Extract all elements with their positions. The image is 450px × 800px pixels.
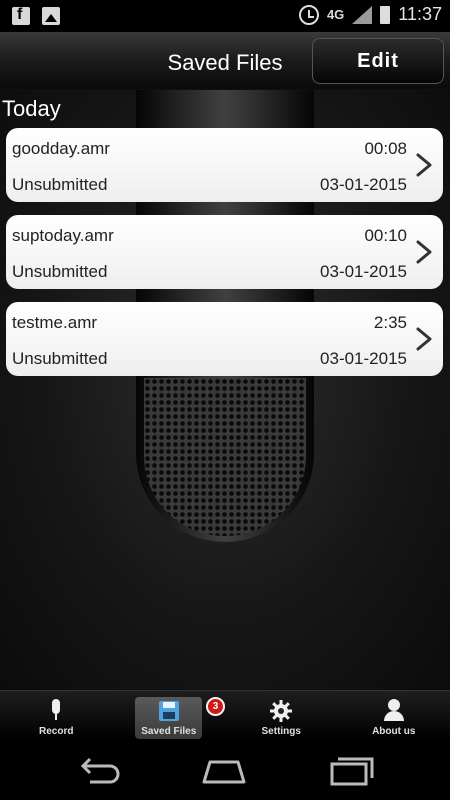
bottom-tab-bar: Record Saved Files Settings About us (0, 690, 450, 740)
chevron-right-icon (416, 240, 432, 264)
tab-label: Saved Files (141, 726, 197, 737)
file-name: goodday.amr (12, 139, 110, 158)
file-status: Unsubmitted (12, 175, 108, 194)
floppy-disk-icon (158, 701, 179, 721)
tab-record[interactable]: Record (0, 691, 113, 740)
tab-label: Record (39, 726, 74, 737)
user-icon (382, 699, 406, 723)
file-item[interactable]: goodday.amr 00:08 Unsubmitted 03-01-2015 (6, 128, 443, 202)
tab-about-us[interactable]: About us (338, 691, 450, 740)
edit-button[interactable]: Edit (312, 38, 444, 84)
facebook-notification-icon (12, 6, 30, 25)
battery-icon (380, 5, 391, 24)
file-name: testme.amr (12, 313, 98, 332)
gear-icon (270, 700, 293, 722)
file-status: Unsubmitted (12, 262, 108, 281)
file-item[interactable]: testme.amr 2:35 Unsubmitted 03-01-2015 (6, 302, 443, 376)
file-date: 03-01-2015 (320, 349, 407, 368)
tab-settings[interactable]: Settings (225, 691, 338, 740)
microphone-grille (144, 378, 306, 536)
tab-label: About us (372, 726, 416, 737)
saved-files-count-badge: 3 (206, 697, 225, 716)
image-notification-icon (42, 7, 60, 25)
file-status: Unsubmitted (12, 349, 108, 368)
tab-label: Settings (261, 726, 301, 737)
system-navigation-bar (0, 740, 450, 800)
back-icon[interactable] (76, 754, 124, 786)
microphone-icon (44, 699, 68, 723)
network-type: 4G (326, 7, 345, 22)
file-duration: 00:08 (364, 139, 407, 158)
file-date: 03-01-2015 (320, 262, 407, 281)
app-header: Saved Files Edit (0, 32, 450, 90)
file-date: 03-01-2015 (320, 175, 407, 194)
tab-saved-files[interactable]: Saved Files (113, 691, 226, 740)
home-icon[interactable] (200, 754, 248, 786)
recent-apps-icon[interactable] (328, 754, 376, 786)
file-duration: 00:10 (364, 226, 407, 245)
file-item[interactable]: suptoday.amr 00:10 Unsubmitted 03-01-201… (6, 215, 443, 289)
status-bar: 4G 11:37 (0, 0, 450, 32)
signal-icon (352, 5, 373, 24)
section-label-today: Today (2, 96, 61, 121)
file-name: suptoday.amr (12, 226, 114, 245)
file-duration: 2:35 (373, 313, 407, 332)
chevron-right-icon (416, 153, 432, 177)
clock: 11:37 (398, 4, 442, 24)
chevron-right-icon (416, 327, 432, 351)
alarm-icon (298, 4, 319, 25)
